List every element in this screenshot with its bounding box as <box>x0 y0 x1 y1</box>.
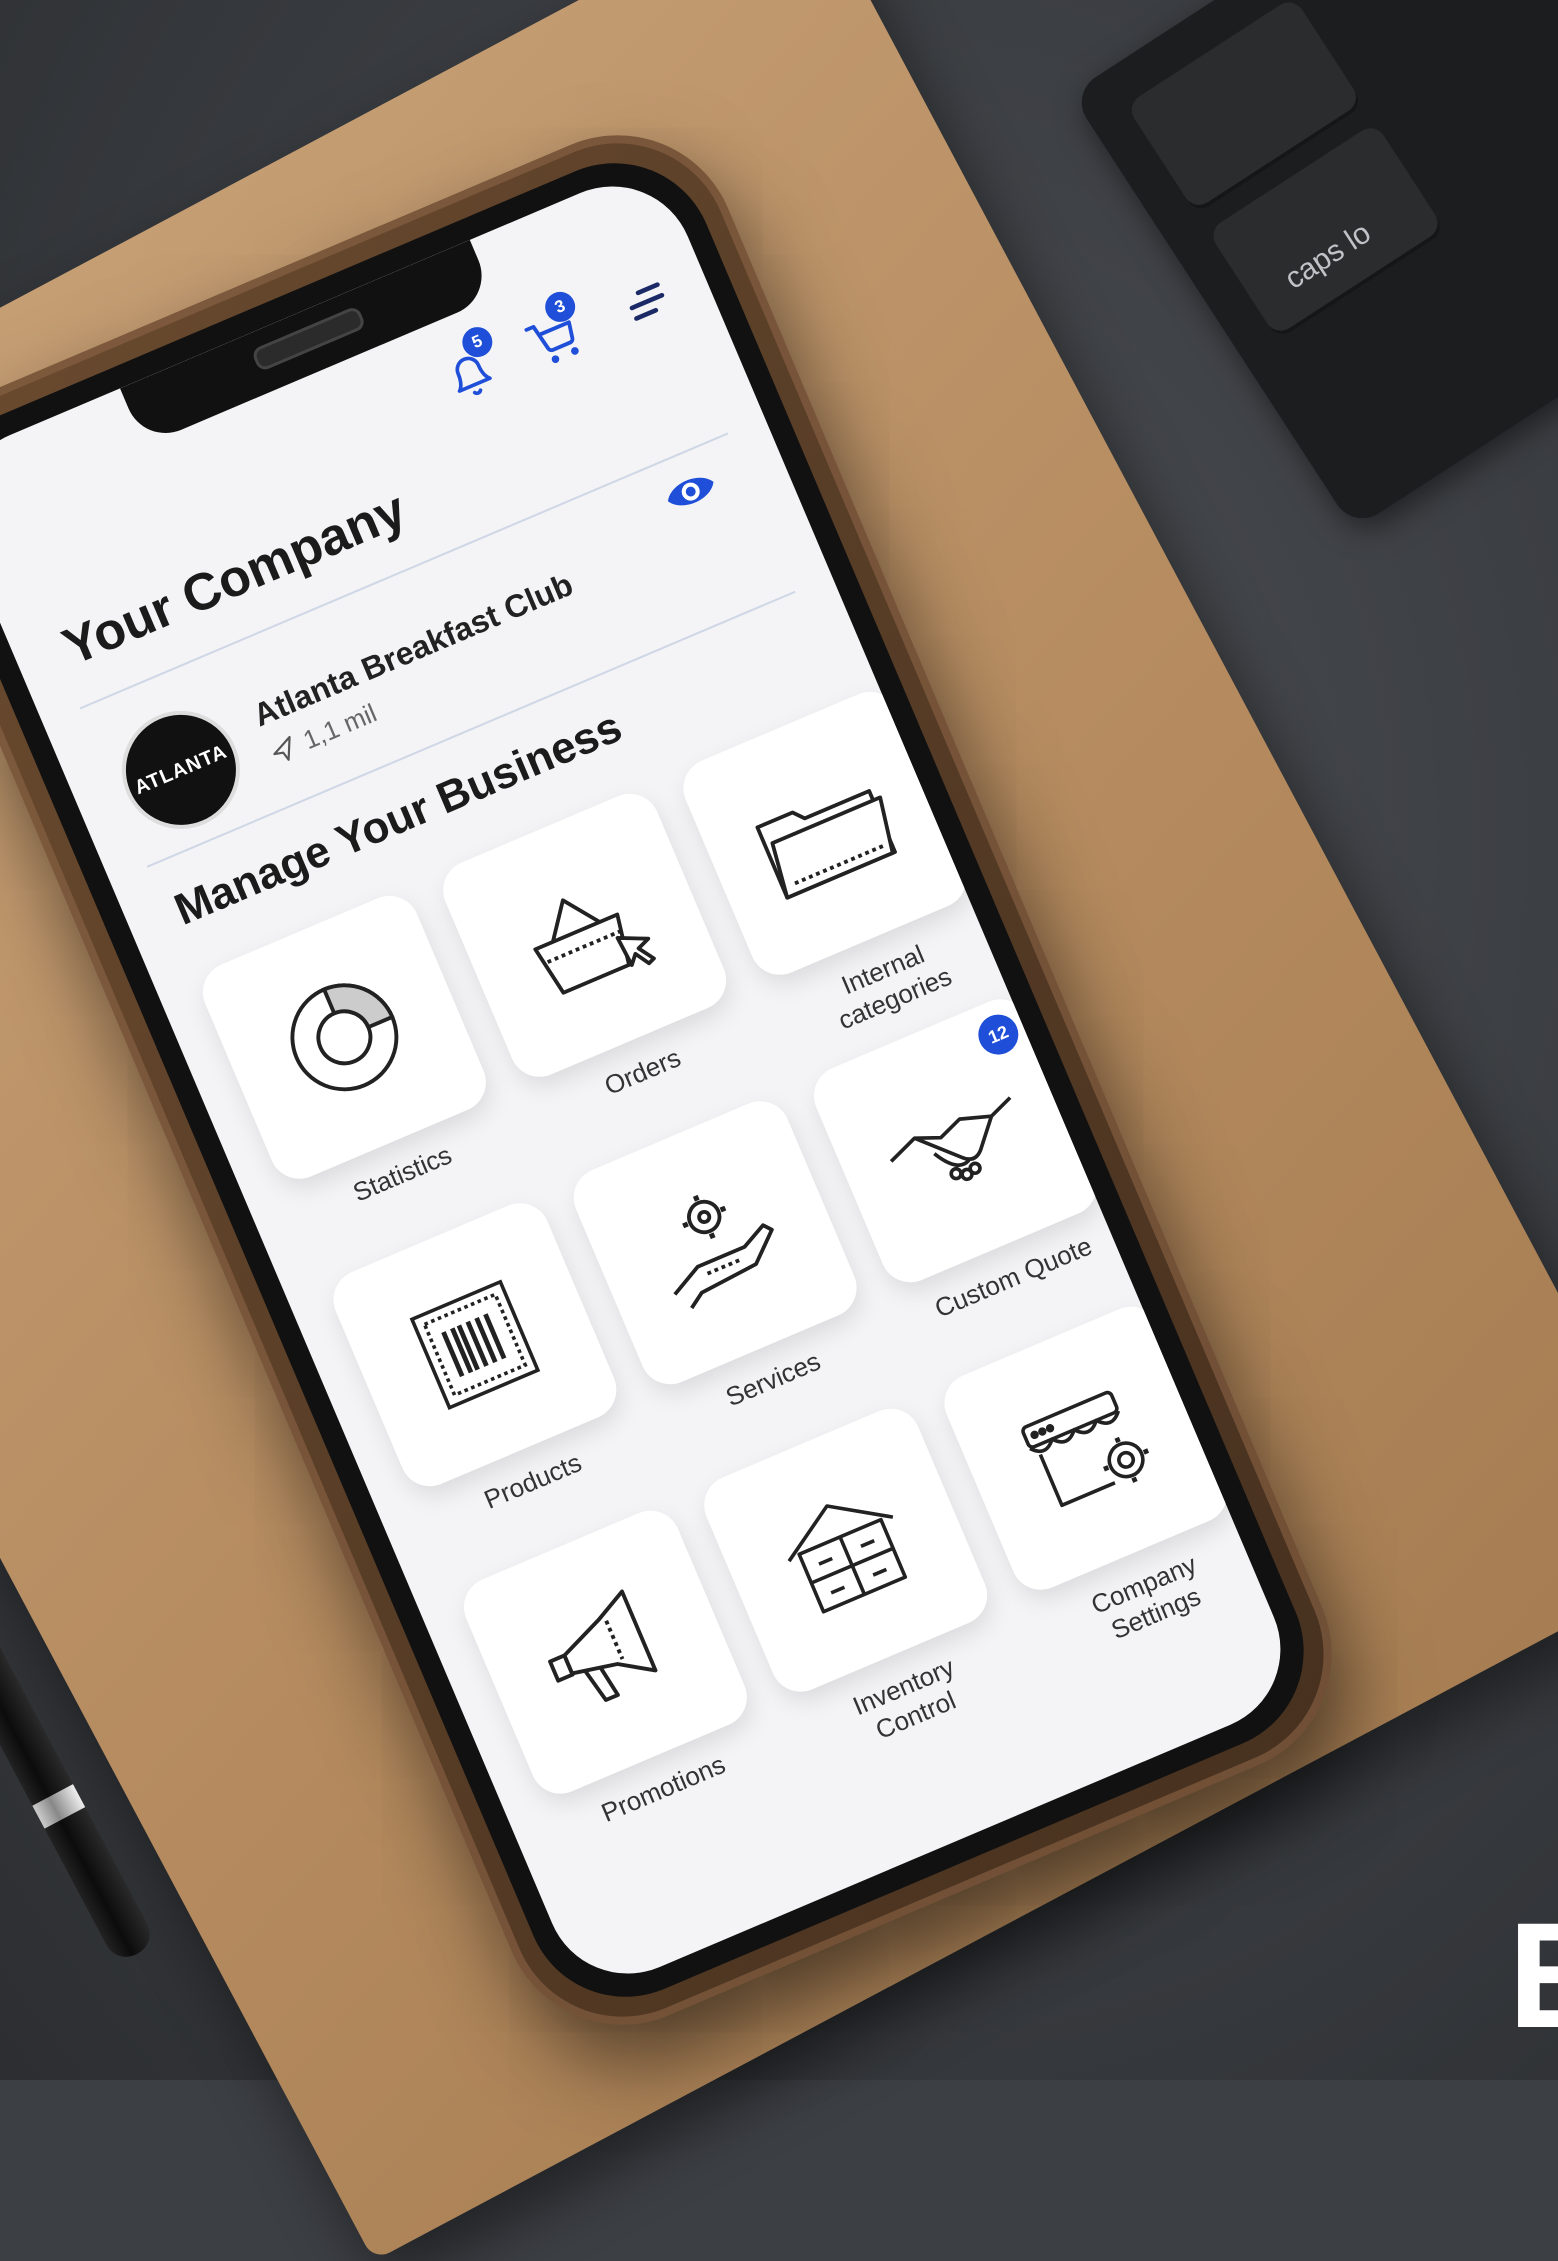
eye-icon <box>667 477 714 506</box>
basket-cursor-icon <box>533 898 656 995</box>
donut-chart-icon <box>290 983 399 1092</box>
megaphone-icon <box>548 1589 658 1702</box>
hand-gear-icon <box>673 1194 774 1310</box>
custom-quote-badge: 12 <box>972 1008 1025 1061</box>
notifications-button[interactable]: 5 <box>432 322 511 416</box>
store-gear-icon <box>1021 1390 1150 1508</box>
company-logo: ATLANTA <box>103 692 259 848</box>
folder-icon <box>755 789 897 900</box>
cart-button[interactable]: 3 <box>515 287 594 381</box>
handshake-icon <box>889 1096 1012 1182</box>
visibility-toggle[interactable] <box>658 463 723 521</box>
menu-icon <box>629 282 665 321</box>
barcode-icon <box>409 1279 541 1411</box>
corner-glyph: E <box>1508 1900 1558 2050</box>
keyboard-key-label: caps lo <box>1279 216 1377 296</box>
menu-button[interactable] <box>607 263 686 342</box>
warehouse-icon <box>787 1504 908 1614</box>
location-arrow-icon <box>273 735 291 761</box>
